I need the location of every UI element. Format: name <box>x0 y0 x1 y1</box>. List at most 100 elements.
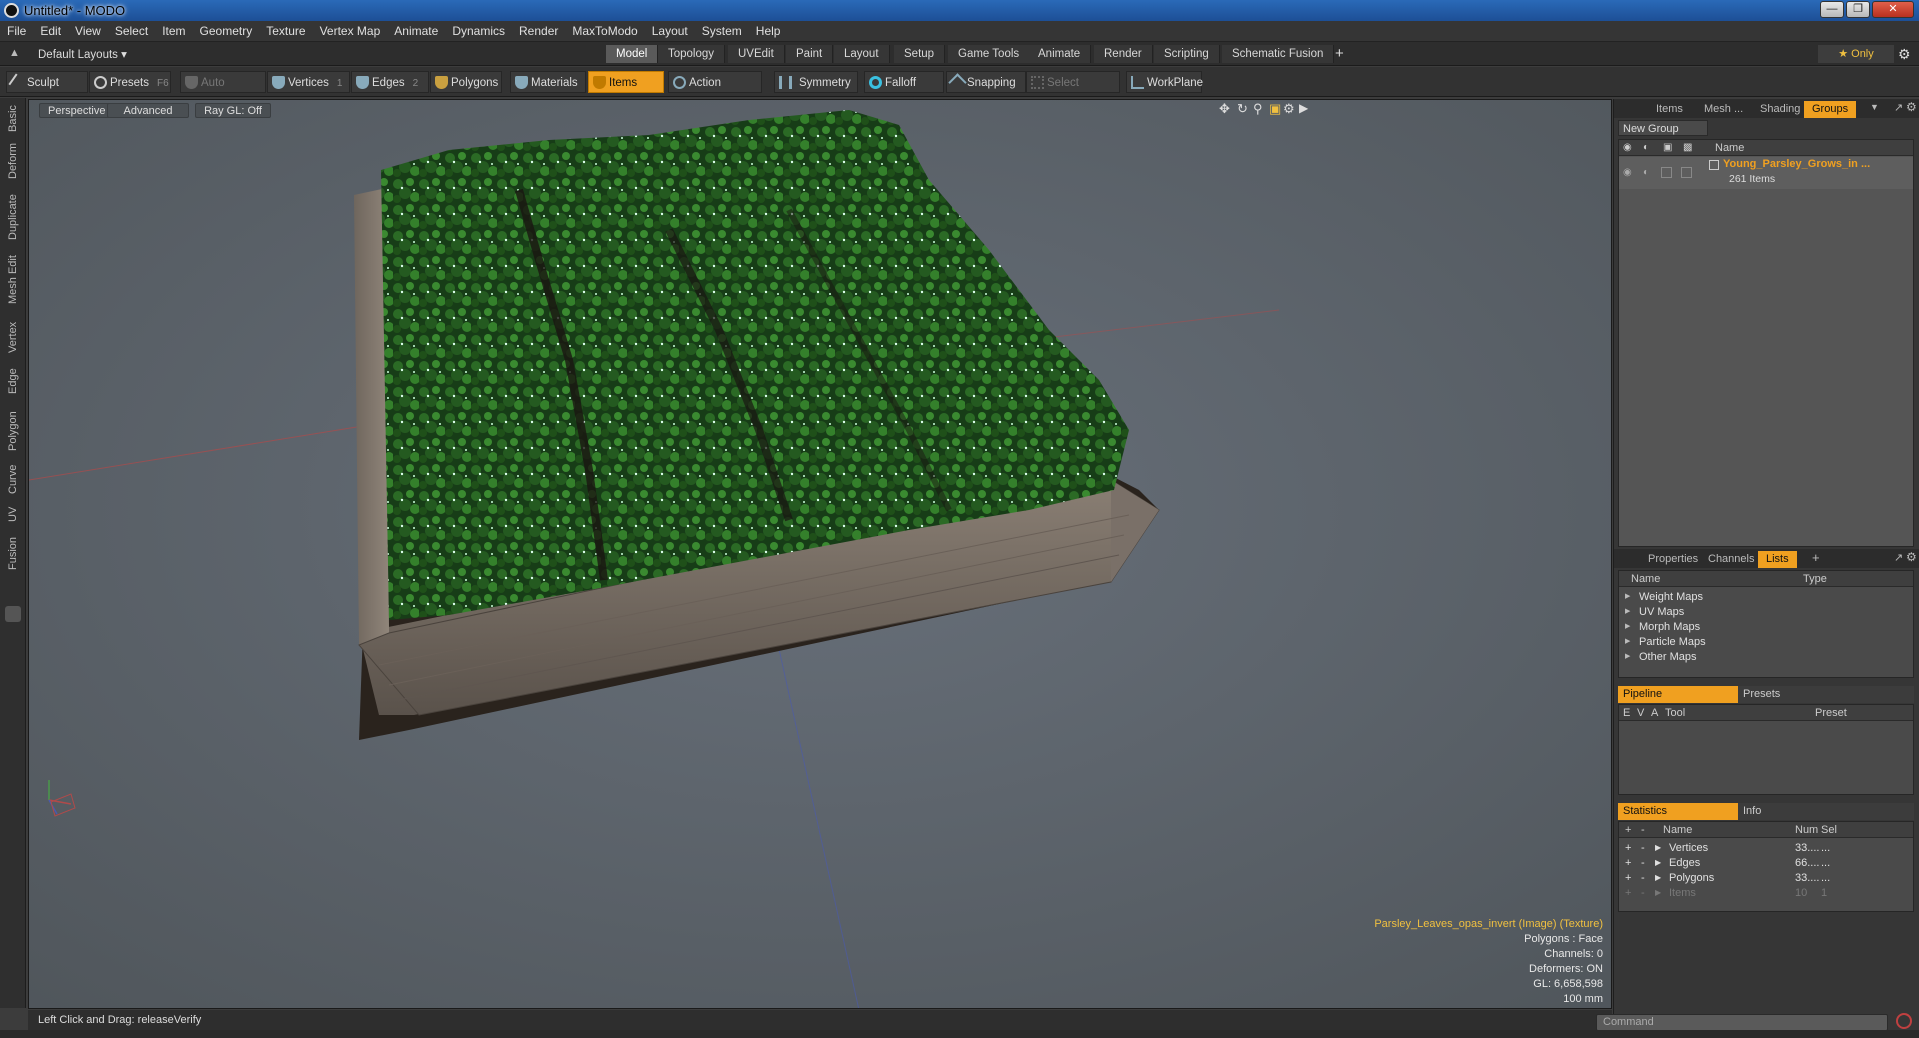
rotate-icon[interactable]: ↻ <box>1237 101 1248 117</box>
group-row[interactable]: ◉ ◐ Young_Parsley_Grows_in ... 261 Items <box>1619 157 1913 189</box>
tab-paint[interactable]: Paint <box>786 45 834 63</box>
tab-animate[interactable]: Animate <box>1028 45 1092 63</box>
select-through-button[interactable]: Select Through <box>1026 71 1120 111</box>
new-group-button[interactable]: New Group <box>1618 120 1708 136</box>
tab-items[interactable]: Items <box>1648 101 1691 118</box>
tab-pipeline[interactable]: Pipeline <box>1618 686 1738 703</box>
pan-icon[interactable]: ✥ <box>1219 101 1230 117</box>
record-icon[interactable] <box>1896 1013 1912 1029</box>
stats-remove-icon[interactable]: - <box>1641 884 1645 902</box>
group-eye-icon[interactable]: ◉ <box>1623 167 1632 178</box>
tab-presets[interactable]: Presets <box>1738 686 1914 703</box>
tab-curve[interactable]: Curve <box>2 460 24 498</box>
list-item-other-maps[interactable]: Other Maps <box>1625 648 1697 666</box>
menu-help[interactable]: Help <box>749 21 788 42</box>
menu-view[interactable]: View <box>68 21 108 42</box>
tab-layout[interactable]: Layout <box>834 45 890 63</box>
vertices-button[interactable]: Vertices 1 <box>267 71 350 93</box>
tab-scripting[interactable]: Scripting <box>1154 45 1220 63</box>
tab-topology[interactable]: Topology <box>658 45 726 63</box>
layout-collapse-icon[interactable]: ▲ <box>9 47 20 59</box>
panel-expand-icon[interactable]: ↗ <box>1894 101 1903 114</box>
tab-lists[interactable]: Lists <box>1758 551 1797 568</box>
select-icon[interactable]: ▩ <box>1683 140 1692 156</box>
close-button[interactable]: ✕ <box>1872 1 1914 18</box>
tab-fusion[interactable]: Fusion <box>2 532 24 574</box>
viewport-gear-icon[interactable]: ⚙ <box>1283 101 1295 117</box>
layout-dropdown[interactable]: Default Layouts ▾ <box>38 47 127 61</box>
tab-info[interactable]: Info <box>1738 803 1914 820</box>
only-toggle[interactable]: ★ Only <box>1818 45 1894 63</box>
stats-add-icon[interactable]: + <box>1625 884 1631 902</box>
add-mid-tab-button[interactable]: + <box>1812 550 1820 565</box>
menu-file[interactable]: File <box>0 21 33 42</box>
mid-panel-expand-icon[interactable]: ↗ <box>1894 551 1903 564</box>
add-tab-button[interactable]: + <box>1335 45 1344 62</box>
command-input[interactable]: Command <box>1596 1014 1888 1031</box>
menu-item[interactable]: Item <box>155 21 192 42</box>
expand-arrow-icon[interactable]: ▶ <box>1655 884 1661 902</box>
action-center-button[interactable]: Action Center <box>668 71 762 111</box>
tab-edge[interactable]: Edge <box>2 364 24 398</box>
snapping-button[interactable]: Snapping <box>946 71 1026 93</box>
tab-statistics[interactable]: Statistics <box>1618 803 1738 820</box>
expand-arrow-icon[interactable]: ▶ <box>1299 101 1308 115</box>
maximize-button[interactable]: ❐ <box>1846 1 1870 18</box>
polygons-button[interactable]: Polygons <box>430 71 502 93</box>
stats-row-items[interactable]: + - ▶ Items 10 1 <box>1619 884 1913 902</box>
group-select-checkbox[interactable] <box>1681 167 1692 178</box>
materials-button[interactable]: Materials <box>510 71 586 93</box>
tab-mesh[interactable]: Mesh ... <box>1696 101 1751 118</box>
tab-groups[interactable]: Groups <box>1804 101 1857 118</box>
tab-mesh-edit[interactable]: Mesh Edit <box>2 252 24 308</box>
menu-dynamics[interactable]: Dynamics <box>445 21 512 42</box>
tab-vertex[interactable]: Vertex <box>2 316 24 358</box>
menu-geometry[interactable]: Geometry <box>193 21 260 42</box>
group-lock-checkbox[interactable] <box>1661 167 1672 178</box>
menu-maxtomodo[interactable]: MaxToModo <box>565 21 644 42</box>
tab-render[interactable]: Render <box>1094 45 1153 63</box>
tab-shading[interactable]: Shading <box>1752 101 1808 118</box>
menu-animate[interactable]: Animate <box>387 21 445 42</box>
minimize-button[interactable]: — <box>1820 1 1844 18</box>
tab-setup[interactable]: Setup <box>894 45 946 63</box>
tab-channels[interactable]: Channels <box>1700 551 1762 568</box>
items-button[interactable]: Items <box>588 71 664 93</box>
menu-select[interactable]: Select <box>108 21 155 42</box>
fit-icon[interactable]: ▣ <box>1269 101 1281 117</box>
tab-deform[interactable]: Deform <box>2 140 24 182</box>
panel-gear-icon[interactable]: ⚙ <box>1906 100 1917 114</box>
menu-render[interactable]: Render <box>512 21 565 42</box>
falloff-button[interactable]: Falloff <box>864 71 944 93</box>
auto-select-button[interactable]: Auto Select <box>180 71 266 111</box>
symmetry-button[interactable]: Symmetry <box>774 71 858 93</box>
menu-vertex-map[interactable]: Vertex Map <box>313 21 388 42</box>
menu-texture[interactable]: Texture <box>259 21 312 42</box>
tab-polygon[interactable]: Polygon <box>2 406 24 456</box>
group-name[interactable]: Young_Parsley_Grows_in ... <box>1723 158 1870 170</box>
sculpt-button[interactable]: Sculpt <box>6 71 88 93</box>
zoom-icon[interactable]: ⚲ <box>1253 101 1263 117</box>
strip-toggle-button[interactable] <box>5 606 21 622</box>
eye-icon[interactable]: ◉ <box>1623 140 1632 156</box>
3d-viewport[interactable]: Perspective Advanced Ray GL: Off ✥ ↻ ⚲ ▣… <box>28 99 1612 1009</box>
raygl-button[interactable]: Ray GL: Off <box>195 103 271 118</box>
tab-model[interactable]: Model <box>606 45 659 63</box>
group-render-icon[interactable]: ◐ <box>1643 167 1649 178</box>
menu-layout[interactable]: Layout <box>645 21 695 42</box>
presets-button[interactable]: Presets F6 <box>89 71 171 93</box>
render-icon[interactable]: ◐ <box>1643 140 1649 156</box>
tab-uvedit[interactable]: UVEdit <box>728 45 785 63</box>
tabs-dropdown-icon[interactable]: ▼ <box>1870 102 1879 112</box>
menu-system[interactable]: System <box>695 21 749 42</box>
edges-button[interactable]: Edges 2 <box>351 71 429 93</box>
tab-basic[interactable]: Basic <box>2 104 24 134</box>
tab-duplicate[interactable]: Duplicate <box>2 190 24 244</box>
gear-icon[interactable]: ⚙ <box>1898 46 1911 63</box>
tab-game-tools[interactable]: Game Tools <box>948 45 1031 63</box>
menu-edit[interactable]: Edit <box>33 21 68 42</box>
tab-uv[interactable]: UV <box>2 502 24 526</box>
lock-icon[interactable]: ▣ <box>1663 140 1672 156</box>
tab-schematic-fusion[interactable]: Schematic Fusion <box>1222 45 1335 63</box>
advanced-button[interactable]: Advanced <box>107 103 189 118</box>
